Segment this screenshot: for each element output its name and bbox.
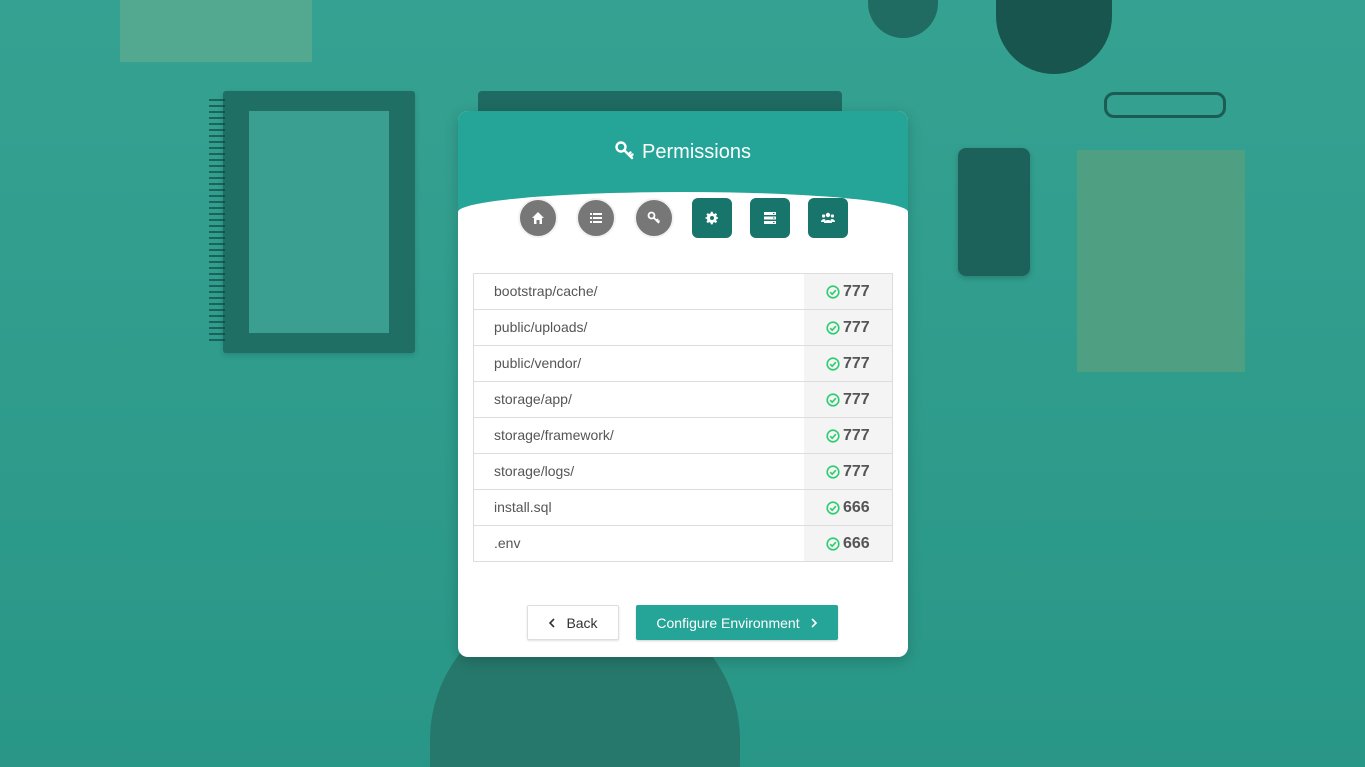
check-circle-icon: [826, 500, 840, 515]
chevron-left-icon: [549, 617, 556, 628]
back-button[interactable]: Back: [527, 605, 619, 640]
check-circle-icon: [826, 284, 840, 299]
key-icon: [615, 141, 634, 160]
permission-row: public/vendor/777: [474, 346, 892, 382]
permission-value-cell: 666: [804, 490, 892, 525]
permission-row: storage/app/777: [474, 382, 892, 418]
permission-value: 777: [843, 354, 870, 372]
permission-row: storage/framework/777: [474, 418, 892, 454]
permission-path: public/vendor/: [494, 355, 582, 371]
bg-notepad: [120, 0, 312, 62]
users-icon: [821, 212, 835, 223]
step-database[interactable]: [750, 198, 790, 238]
check-circle-icon: [826, 392, 840, 407]
check-circle-icon: [826, 464, 840, 479]
permission-path: .env: [494, 535, 521, 551]
permission-value: 777: [843, 282, 870, 300]
permission-value: 777: [843, 426, 870, 444]
permission-row: bootstrap/cache/777: [474, 274, 892, 310]
bg-glasses: [1104, 92, 1226, 118]
permission-value: 777: [843, 462, 870, 480]
step-settings[interactable]: [692, 198, 732, 238]
list-icon: [590, 213, 602, 223]
bg-laptop: [478, 91, 842, 113]
permission-path: install.sql: [494, 499, 552, 515]
home-icon: [532, 212, 544, 224]
permission-value-cell: 666: [804, 526, 892, 561]
permission-value: 777: [843, 390, 870, 408]
step-home[interactable]: [518, 198, 558, 238]
bg-cup: [868, 0, 938, 38]
check-circle-icon: [826, 320, 840, 335]
configure-environment-button[interactable]: Configure Environment: [636, 605, 838, 640]
permission-value-cell: 777: [804, 346, 892, 381]
permission-value: 666: [843, 534, 870, 552]
permission-path: public/uploads/: [494, 319, 588, 335]
bg-teapot: [996, 0, 1112, 74]
bg-tablet: [1077, 150, 1245, 372]
check-circle-icon: [826, 428, 840, 443]
bg-notebook: [209, 91, 415, 353]
step-requirements[interactable]: [576, 198, 616, 238]
permission-value-cell: 777: [804, 310, 892, 345]
permission-value: 666: [843, 498, 870, 516]
page-title: Permissions: [458, 141, 908, 163]
bg-phone: [958, 148, 1030, 276]
key-icon: [647, 211, 661, 224]
permission-path: bootstrap/cache/: [494, 283, 598, 299]
permission-path: storage/logs/: [494, 463, 575, 479]
permission-row: public/uploads/777: [474, 310, 892, 346]
permission-row: .env 666: [474, 526, 892, 561]
step-permissions[interactable]: [634, 198, 674, 238]
permissions-table: bootstrap/cache/777 public/uploads/777 pub…: [473, 273, 893, 562]
permission-row: install.sql 666: [474, 490, 892, 526]
step-users[interactable]: [808, 198, 848, 238]
configure-environment-label: Configure Environment: [656, 614, 800, 631]
check-circle-icon: [826, 356, 840, 371]
back-button-label: Back: [566, 614, 598, 631]
permission-value: 777: [843, 318, 870, 336]
permission-path: storage/app/: [494, 391, 572, 407]
permission-value-cell: 777: [804, 418, 892, 453]
server-icon: [764, 212, 776, 224]
permission-value-cell: 777: [804, 274, 892, 309]
chevron-right-icon: [811, 617, 817, 628]
permission-value-cell: 777: [804, 454, 892, 489]
installer-card: Permissions bootstrap/cache/ 777 public/…: [458, 111, 908, 657]
check-circle-icon: [826, 536, 840, 551]
permission-row: storage/logs/777: [474, 454, 892, 490]
permission-path: storage/framework/: [494, 427, 614, 443]
permission-value-cell: 777: [804, 382, 892, 417]
page-title-text: Permissions: [642, 141, 751, 163]
gear-icon: [705, 211, 719, 225]
